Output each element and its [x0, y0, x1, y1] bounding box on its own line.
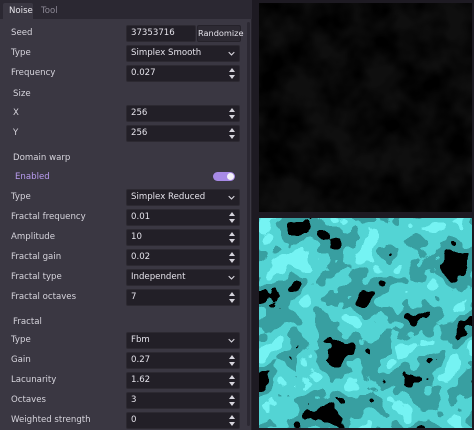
frequency-spinbox[interactable]: 0.027	[126, 65, 240, 82]
spinner-updown-icon[interactable]	[229, 252, 236, 263]
fractal-kind-label: Type	[11, 335, 31, 345]
frequency-label: Frequency	[11, 68, 56, 78]
gain-value: 0.27	[131, 355, 151, 365]
fractal-frequency-spinbox[interactable]: 0.01	[126, 209, 240, 226]
lacunarity-spinbox[interactable]: 1.62	[126, 372, 240, 389]
seed-label: Seed	[11, 28, 33, 38]
noise-type-select[interactable]: Simplex Smooth	[126, 45, 240, 62]
spinner-updown-icon[interactable]	[229, 68, 236, 79]
size-x-value: 256	[131, 108, 148, 118]
chevron-down-icon	[228, 275, 235, 280]
lacunarity-value: 1.62	[131, 375, 151, 385]
spinner-updown-icon[interactable]	[229, 232, 236, 243]
spinner-updown-icon[interactable]	[229, 128, 236, 139]
tab-tool[interactable]: Tool	[35, 3, 64, 19]
amplitude-spinbox[interactable]: 10	[126, 229, 240, 246]
colored-noise-preview	[259, 218, 472, 428]
size-y-spinbox[interactable]: 256	[126, 125, 240, 142]
frequency-value: 0.027	[131, 68, 156, 78]
fractal-frequency-value: 0.01	[131, 212, 151, 222]
tab-noise[interactable]: Noise	[3, 3, 33, 19]
chevron-down-icon	[228, 51, 235, 56]
fractal-type-label: Fractal type	[11, 272, 62, 282]
size-heading: Size	[13, 89, 31, 99]
spinner-updown-icon[interactable]	[229, 375, 236, 386]
weighted-strength-value: 0	[131, 415, 137, 425]
amplitude-value: 10	[131, 232, 142, 242]
gain-spinbox[interactable]: 0.27	[126, 352, 240, 369]
fractal-kind-value: Fbm	[131, 335, 150, 345]
fractal-gain-spinbox[interactable]: 0.02	[126, 249, 240, 266]
fractal-octaves-label: Fractal octaves	[11, 292, 77, 302]
octaves-value: 3	[131, 395, 137, 405]
seed-input[interactable]: 37353716	[126, 25, 196, 42]
domain-warp-enabled-toggle[interactable]	[213, 172, 235, 181]
spinner-updown-icon[interactable]	[229, 415, 236, 426]
size-y-label: Y	[13, 128, 19, 138]
fractal-gain-label: Fractal gain	[11, 252, 62, 262]
octaves-spinbox[interactable]: 3	[126, 392, 240, 409]
randomize-button[interactable]: Randomize	[197, 25, 244, 42]
fractal-octaves-spinbox[interactable]: 7	[126, 289, 240, 306]
lacunarity-label: Lacunarity	[11, 375, 57, 385]
noise-type-value: Simplex Smooth	[131, 48, 202, 58]
domain-warp-enabled-label: Enabled	[15, 172, 50, 182]
tab-bar: Noise Tool	[0, 0, 252, 19]
grayscale-noise-preview	[259, 3, 472, 212]
size-x-spinbox[interactable]: 256	[126, 105, 240, 122]
chevron-down-icon	[228, 195, 235, 200]
spinner-updown-icon[interactable]	[229, 355, 236, 366]
spinner-updown-icon[interactable]	[229, 212, 236, 223]
size-x-label: X	[13, 108, 19, 118]
domain-warp-heading: Domain warp	[13, 153, 71, 163]
fractal-type-select[interactable]: Independent	[126, 269, 240, 286]
fractal-frequency-label: Fractal frequency	[11, 212, 86, 222]
gain-label: Gain	[11, 355, 31, 365]
octaves-label: Octaves	[11, 395, 46, 405]
amplitude-label: Amplitude	[11, 232, 56, 242]
noise-type-label: Type	[11, 48, 31, 58]
spinner-updown-icon[interactable]	[229, 395, 236, 406]
fractal-gain-value: 0.02	[131, 252, 151, 262]
spinner-updown-icon[interactable]	[229, 108, 236, 119]
size-y-value: 256	[131, 128, 148, 138]
settings-panel: Noise Tool Seed 37353716 Randomize Type …	[0, 0, 252, 430]
weighted-strength-label: Weighted strength	[11, 415, 91, 425]
spinner-updown-icon[interactable]	[229, 292, 236, 303]
weighted-strength-spinbox[interactable]: 0	[126, 412, 240, 429]
seed-value: 37353716	[131, 28, 175, 38]
fractal-octaves-value: 7	[131, 292, 137, 302]
warp-type-label: Type	[11, 192, 31, 202]
fractal-type-value: Independent	[131, 272, 186, 282]
warp-type-value: Simplex Reduced	[131, 192, 206, 202]
panel-scrollbar[interactable]	[247, 22, 250, 426]
fractal-heading: Fractal	[13, 317, 42, 327]
warp-type-select[interactable]: Simplex Reduced	[126, 189, 240, 206]
chevron-down-icon	[228, 338, 235, 343]
toggle-knob	[227, 173, 234, 180]
fractal-kind-select[interactable]: Fbm	[126, 332, 240, 349]
